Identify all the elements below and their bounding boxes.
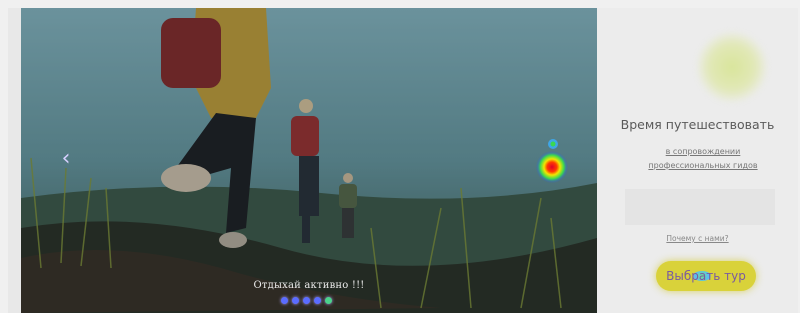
choose-tour-button[interactable]: Выбрать тур bbox=[656, 261, 756, 291]
slide-caption: Отдыхай активно !!! bbox=[253, 280, 365, 291]
slider-dot[interactable] bbox=[292, 297, 299, 304]
panel-subtitle: в сопровождении профессиональных гидов bbox=[623, 145, 783, 173]
promo-panel: Время путешествовать в сопровождении про… bbox=[597, 8, 798, 313]
subtitle-line-1: в сопровождении bbox=[665, 147, 741, 156]
logo-image bbox=[697, 32, 767, 102]
slider-dot-active[interactable] bbox=[325, 297, 332, 304]
slider-dot[interactable] bbox=[281, 297, 288, 304]
why-us-link[interactable]: Почему с нами? bbox=[597, 234, 798, 243]
choose-tour-label: Выбрать тур bbox=[666, 269, 746, 283]
hero-slider[interactable]: ‹ Отдыхай активно !!! bbox=[21, 8, 597, 313]
slider-dot[interactable] bbox=[314, 297, 321, 304]
chevron-left-icon: ‹ bbox=[61, 146, 71, 171]
subtitle-line-2: профессиональных гидов bbox=[648, 161, 758, 170]
hero-photo bbox=[21, 8, 597, 313]
slider-dot[interactable] bbox=[303, 297, 310, 304]
blurred-content-box bbox=[625, 189, 775, 225]
slider-pagination bbox=[281, 297, 332, 304]
panel-title: Время путешествовать bbox=[620, 117, 775, 132]
slider-prev-button[interactable]: ‹ bbox=[55, 146, 77, 172]
